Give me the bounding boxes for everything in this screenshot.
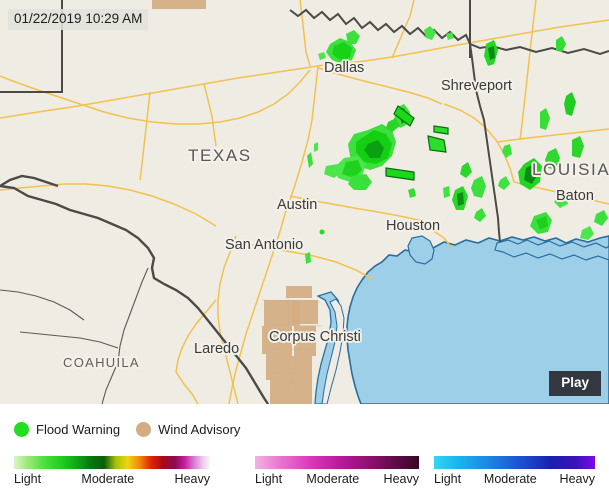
wind-advisory-label: Wind Advisory [158,422,241,437]
rain-intensity-scale: Light Moderate Heavy [14,456,210,487]
weather-radar-map[interactable]: Dallas Shreveport TEXAS LOUISIANA Austin… [0,0,609,404]
snow-gradient-bar [434,456,595,469]
legend-panel: Flood Warning Wind Advisory Light Modera… [0,404,609,503]
legend-item-wind-advisory[interactable]: Wind Advisory [136,422,240,437]
wind-advisory-swatch-icon [136,422,152,437]
rain-tick-light: Light [14,472,42,486]
snow-tick-moderate: Moderate [483,472,537,486]
snow-scale-ticks: Light Moderate Heavy [434,472,595,487]
flood-warning-swatch-icon [14,422,29,437]
snow-tick-heavy: Heavy [559,472,595,486]
snow-tick-light: Light [434,472,462,486]
play-button[interactable]: Play [549,371,601,396]
snow-intensity-scale: Light Moderate Heavy [434,456,595,487]
rain-tick-moderate: Moderate [81,472,135,486]
mix-tick-heavy: Heavy [383,472,419,486]
mix-tick-moderate: Moderate [306,472,360,486]
flood-warning-label: Flood Warning [36,422,121,437]
rain-tick-heavy: Heavy [174,472,210,486]
legend-item-flood-warning[interactable]: Flood Warning [14,422,120,437]
alert-legend: Flood Warning Wind Advisory [14,422,240,437]
radar-timestamp: 01/22/2019 10:29 AM [8,9,149,30]
mix-gradient-bar [255,456,419,469]
mix-intensity-scale: Light Moderate Heavy [255,456,419,487]
rain-scale-ticks: Light Moderate Heavy [14,472,210,487]
rain-gradient-bar [14,456,210,469]
mix-scale-ticks: Light Moderate Heavy [255,472,419,487]
mix-tick-light: Light [255,472,283,486]
map-canvas[interactable] [0,0,609,404]
